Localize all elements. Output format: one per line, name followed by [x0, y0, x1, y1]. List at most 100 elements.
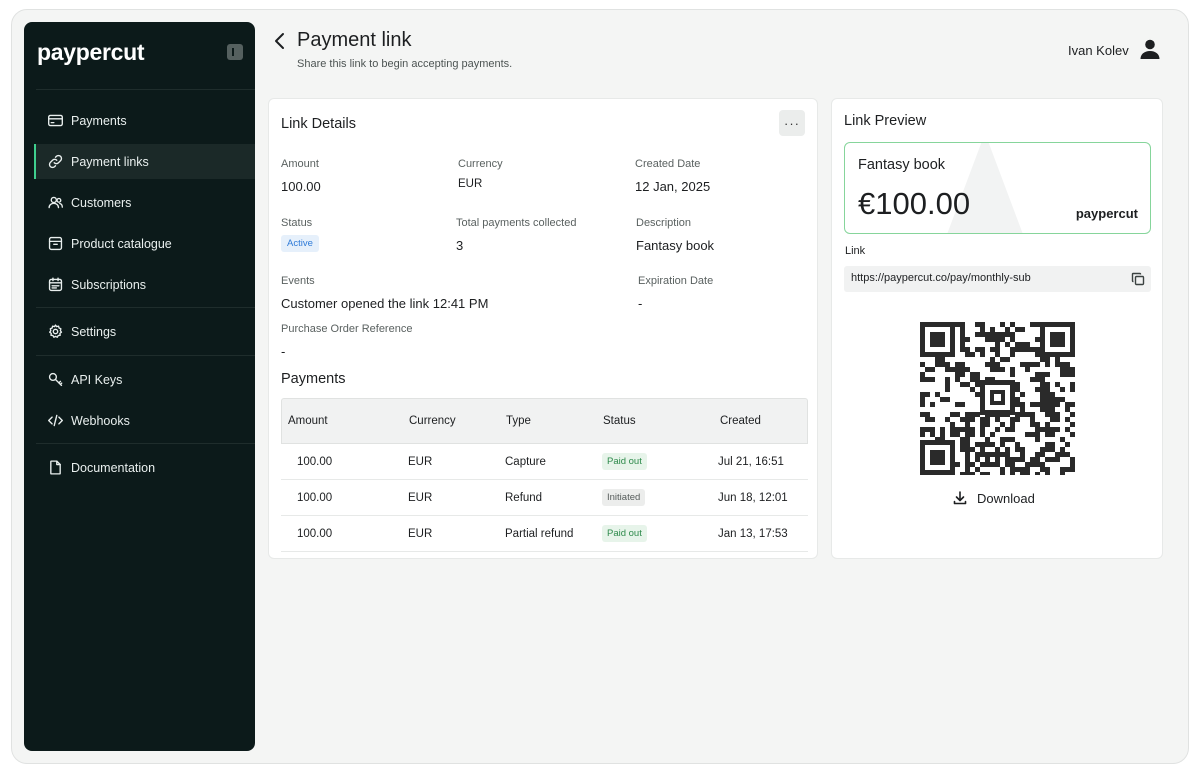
status-badge: Paid out	[602, 453, 647, 470]
description-value: Fantasy book	[636, 238, 715, 253]
cell-amount: 100.00	[297, 455, 333, 468]
column-header-created[interactable]: Created	[720, 399, 761, 443]
link-details-card: Link Details ··· Amount 100.00 Currency …	[268, 98, 818, 559]
back-button[interactable]	[270, 30, 290, 52]
po-reference-value: -	[281, 344, 286, 359]
cell-type: Partial refund	[505, 527, 574, 540]
sidebar-item-label: API Keys	[71, 372, 123, 387]
cell-currency: EUR	[408, 527, 433, 540]
expiration-date-value: -	[638, 296, 643, 311]
total-payments-value: 3	[456, 238, 464, 253]
po-reference-label: Purchase Order Reference	[281, 323, 413, 335]
created-date-label: Created Date	[635, 158, 701, 170]
sidebar-item-webhooks[interactable]: Webhooks	[34, 403, 255, 438]
link-icon	[46, 153, 64, 171]
sidebar-item-label: Webhooks	[71, 413, 130, 428]
key-icon	[46, 371, 64, 389]
card-icon	[46, 112, 64, 130]
sidebar-item-label: Settings	[71, 324, 117, 339]
amount-value: 100.00	[281, 179, 321, 194]
cell-created: Jul 21, 16:51	[718, 455, 784, 468]
sidebar-item-label: Subscriptions	[71, 277, 147, 292]
sidebar-item-customers[interactable]: Customers	[34, 185, 255, 220]
cell-currency: EUR	[408, 455, 433, 468]
cell-created: Jun 18, 12:01	[718, 491, 788, 504]
sidebar-collapse-icon[interactable]	[227, 44, 243, 60]
currency-value: EUR	[458, 178, 483, 190]
brand-logo: paypercut	[37, 39, 145, 65]
column-header-type[interactable]: Type	[506, 399, 531, 443]
column-header-amount[interactable]: Amount	[288, 399, 328, 443]
sidebar-item-documentation[interactable]: Documentation	[34, 450, 255, 485]
created-date-value: 12 Jan, 2025	[635, 179, 711, 194]
sidebar-divider	[36, 355, 255, 356]
total-payments-label: Total payments collected	[456, 217, 577, 229]
table-row[interactable]: 100.00 EUR Refund Initiated Jun 18, 12:0…	[281, 480, 808, 516]
payments-table: Amount Currency Type Status Created 100.…	[281, 398, 808, 552]
qr-code	[920, 322, 1075, 475]
cell-type: Capture	[505, 455, 546, 468]
preview-product-name: Fantasy book	[858, 157, 946, 173]
table-header: Amount Currency Type Status Created	[281, 398, 808, 444]
sidebar-item-subscriptions[interactable]: Subscriptions	[34, 267, 255, 302]
sidebar-item-label: Product catalogue	[71, 236, 172, 251]
sidebar-divider	[36, 89, 255, 90]
status-badge: Active	[281, 235, 319, 252]
cell-currency: EUR	[408, 491, 433, 504]
preview-amount: €100.00	[858, 186, 971, 221]
chevron-left-icon	[275, 33, 284, 49]
user-avatar-icon[interactable]	[1139, 38, 1161, 60]
download-label: Download	[977, 490, 1035, 506]
status-badge: Initiated	[602, 489, 646, 506]
sidebar-item-settings[interactable]: Settings	[34, 314, 255, 349]
amount-label: Amount	[281, 158, 319, 170]
currency-label: Currency	[458, 158, 503, 170]
calendar-icon	[46, 276, 64, 294]
payments-section-title: Payments	[281, 371, 346, 387]
sidebar-divider	[36, 307, 255, 308]
link-preview-title: Link Preview	[844, 113, 927, 129]
user-name[interactable]: Ivan Kolev	[1068, 43, 1129, 58]
page-title: Payment link	[297, 29, 412, 51]
link-details-title: Link Details	[281, 116, 356, 132]
more-options-button[interactable]: ···	[779, 110, 805, 136]
cell-type: Refund	[505, 491, 543, 504]
cell-created: Jan 13, 17:53	[718, 527, 788, 540]
code-icon	[46, 412, 64, 430]
status-badge: Paid out	[602, 525, 647, 542]
sidebar-item-api-keys[interactable]: API Keys	[34, 362, 255, 397]
app-window: paypercut Payments Payment links Custome…	[11, 9, 1189, 764]
table-row[interactable]: 100.00 EUR Partial refund Paid out Jan 1…	[281, 516, 808, 552]
preview-brand-logo: paypercut	[1075, 206, 1138, 221]
link-url-field[interactable]: https://paypercut.co/pay/monthly-sub	[844, 266, 1151, 292]
column-header-status[interactable]: Status	[603, 399, 636, 443]
sidebar-item-product-catalogue[interactable]: Product catalogue	[34, 226, 255, 261]
copy-icon[interactable]	[1131, 272, 1145, 286]
download-icon	[953, 491, 967, 505]
sidebar-item-payment-links[interactable]: Payment links	[34, 144, 255, 179]
link-preview-card: Link Preview Fantasy book €100.00 payper…	[831, 98, 1163, 559]
cell-amount: 100.00	[297, 527, 333, 540]
gear-icon	[46, 323, 64, 341]
cell-amount: 100.00	[297, 491, 333, 504]
users-icon	[46, 194, 64, 212]
download-button[interactable]: Download	[952, 487, 1035, 509]
sidebar-item-label: Customers	[71, 195, 132, 210]
expiration-date-label: Expiration Date	[638, 275, 714, 287]
payment-preview: Fantasy book €100.00 paypercut	[844, 142, 1151, 234]
sidebar-item-label: Payments	[71, 113, 127, 128]
document-icon	[46, 459, 64, 477]
table-row[interactable]: 100.00 EUR Capture Paid out Jul 21, 16:5…	[281, 444, 808, 480]
sidebar-divider	[36, 443, 255, 444]
column-header-currency[interactable]: Currency	[409, 399, 456, 443]
sidebar-item-label: Documentation	[71, 460, 156, 475]
sidebar-item-label: Payment links	[71, 154, 149, 169]
events-label: Events	[281, 275, 315, 287]
sidebar: paypercut Payments Payment links Custome…	[24, 22, 255, 751]
sidebar-item-payments[interactable]: Payments	[34, 103, 255, 138]
events-value: Customer opened the link 12:41 PM	[281, 296, 489, 311]
link-label: Link	[845, 245, 866, 257]
status-label: Status	[281, 217, 313, 229]
box-icon	[46, 235, 64, 253]
page-subtitle: Share this link to begin accepting payme…	[297, 58, 513, 70]
